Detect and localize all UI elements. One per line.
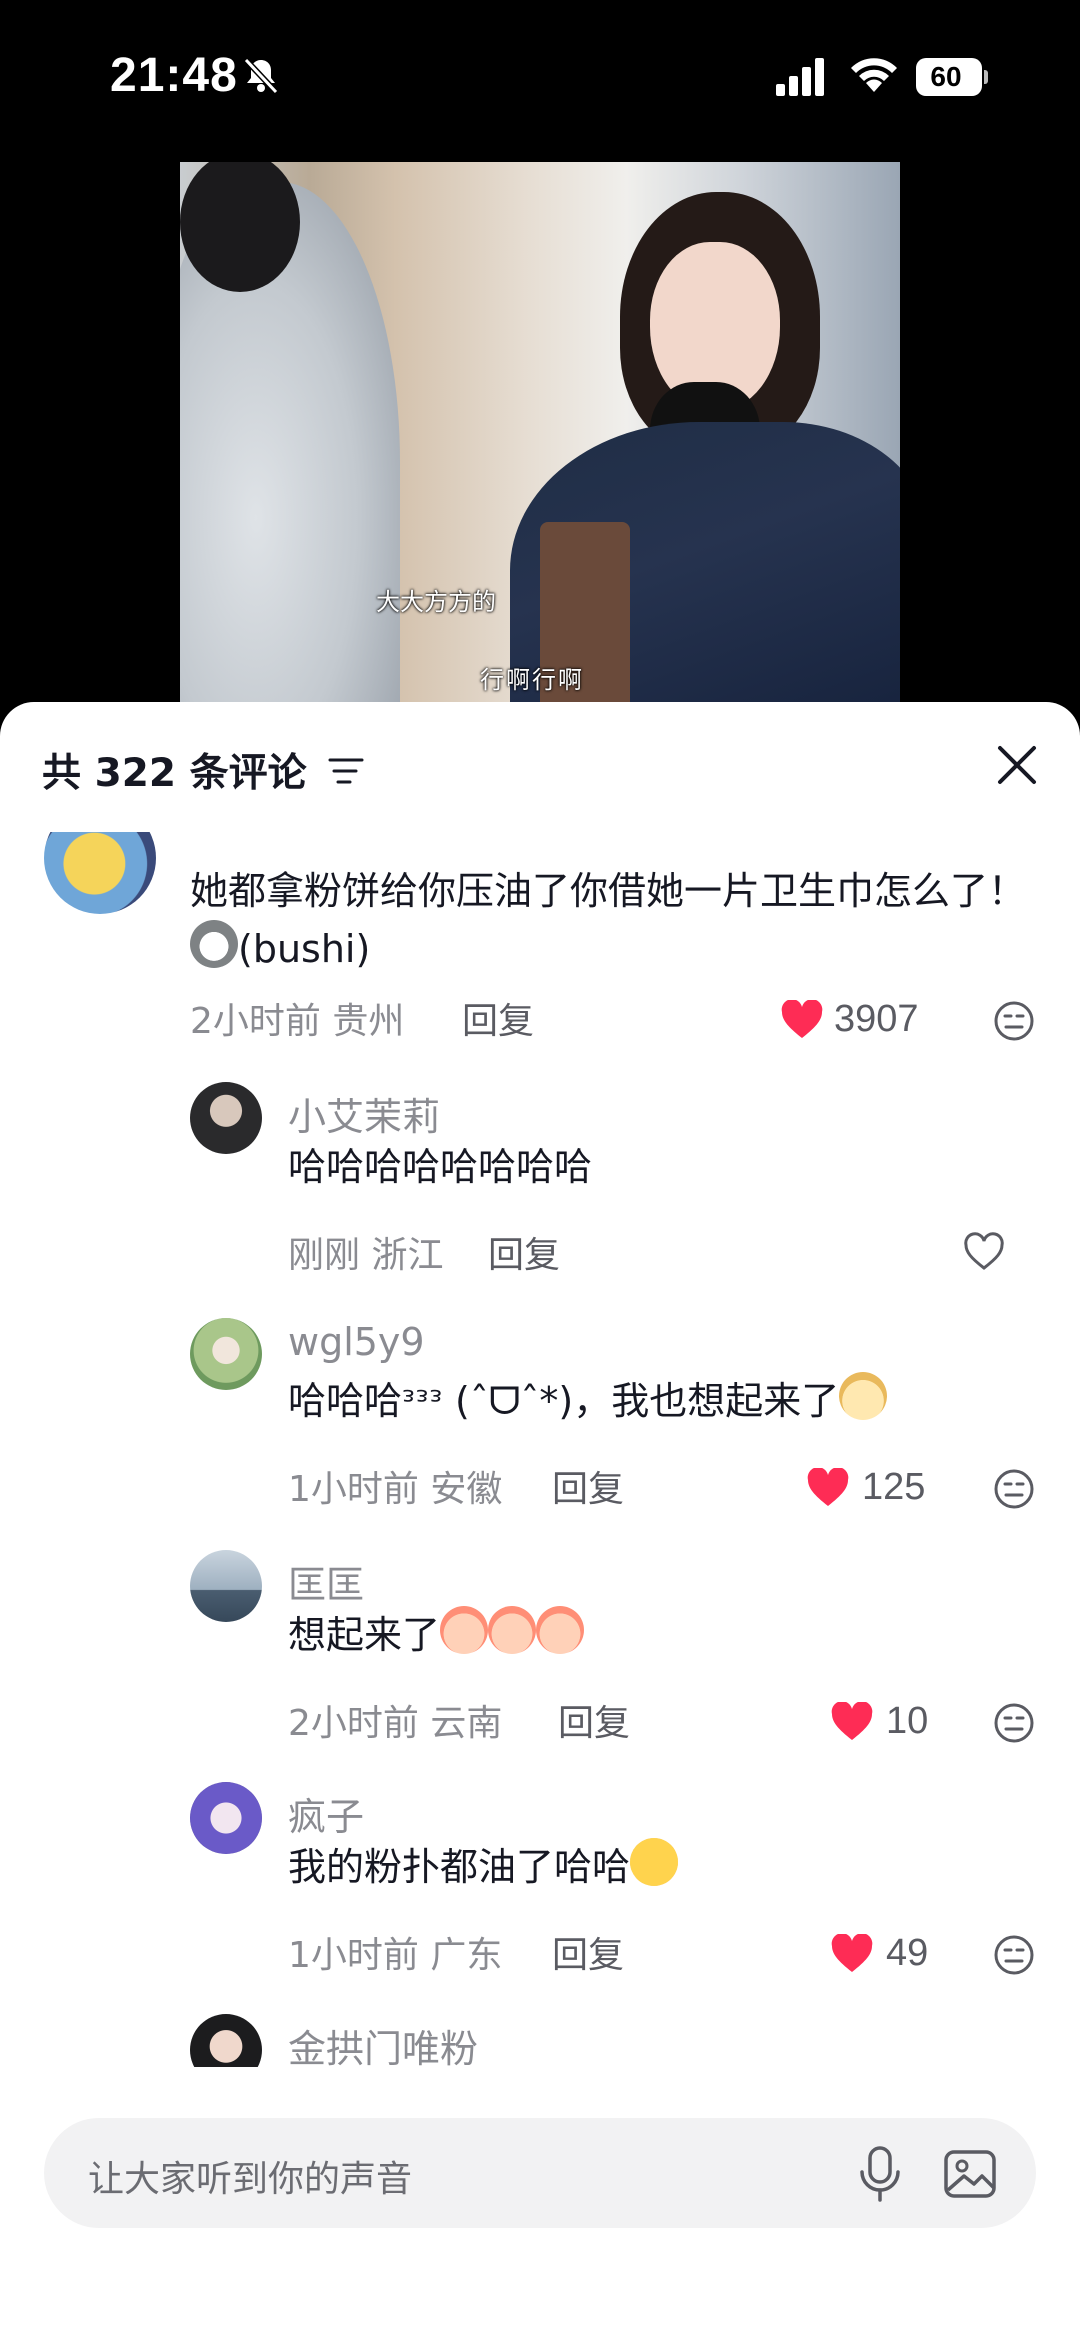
video-subtitle-2: 行啊行啊 — [480, 666, 584, 694]
cat-emoji-icon — [190, 920, 238, 968]
avatar[interactable] — [190, 1318, 262, 1390]
heart-filled-icon[interactable] — [830, 1934, 874, 1974]
comment-sheet: 共 322 条评论 她都拿粉饼给你压油了你借她一片卫生巾怎么了！(bushi) … — [0, 702, 1080, 2341]
comment-text: 她都拿粉饼给你压油了你借她一片卫生巾怎么了！(bushi) — [190, 869, 1027, 971]
battery-level: 60 — [930, 61, 962, 92]
comment-text: 哈哈哈ᵌᵌᵌ (ˆᗜˆ*)，我也想起来了 — [288, 1372, 888, 1430]
heart-filled-icon[interactable] — [780, 1000, 824, 1040]
laughing-emoji-icon — [630, 1838, 679, 1886]
comment-time-location: 1小时前 安徽 — [288, 1469, 503, 1510]
avatar[interactable] — [44, 832, 156, 914]
comment-time-location: 2小时前 贵州 — [190, 1001, 405, 1042]
avatar[interactable] — [190, 1082, 262, 1154]
comment-username[interactable]: 疯子 — [288, 1786, 364, 1841]
like-count: 125 — [862, 1466, 926, 1508]
like-count: 10 — [886, 1700, 929, 1742]
comment-text: 想起来了 — [288, 1606, 585, 1664]
comment-time-location: 2小时前 云南 — [288, 1703, 503, 1744]
reply-button[interactable]: 回复 — [488, 1226, 560, 1278]
heart-filled-icon[interactable] — [830, 1702, 874, 1742]
status-time: 21:48 — [110, 49, 238, 102]
bell-off-icon — [243, 57, 279, 95]
comment-username[interactable]: 小艾茉莉 — [288, 1086, 440, 1141]
comment-username[interactable]: wgl5y9 — [288, 1320, 425, 1364]
comment-time-location: 刚刚 浙江 — [288, 1235, 444, 1276]
avatar[interactable] — [190, 2014, 262, 2067]
dislike-icon[interactable] — [993, 1468, 1035, 1510]
crying-emoji-icon — [536, 1606, 585, 1654]
like-count: 49 — [886, 1932, 929, 1974]
microphone-icon[interactable] — [852, 2144, 908, 2204]
video-player[interactable]: 大大方方的 行啊行啊 — [180, 162, 900, 722]
reply-button[interactable]: 回复 — [552, 1926, 624, 1978]
comment-username[interactable]: 匡匡 — [288, 1554, 364, 1609]
wifi-icon — [851, 58, 897, 92]
dislike-icon[interactable] — [993, 1934, 1035, 1976]
close-icon[interactable] — [994, 742, 1040, 788]
cellular-signal-icon — [776, 58, 824, 96]
heart-outline-icon[interactable] — [962, 1232, 1006, 1272]
crying-emoji-icon — [440, 1606, 489, 1654]
comment-time-location: 1小时前 广东 — [288, 1935, 503, 1976]
sort-filter-icon[interactable] — [326, 754, 366, 788]
bun-emoji-icon — [839, 1372, 888, 1420]
comment-input[interactable]: 让大家听到你的声音 — [44, 2118, 1036, 2228]
like-count: 3907 — [834, 998, 919, 1040]
reply-button[interactable]: 回复 — [558, 1694, 630, 1746]
reply-button[interactable]: 回复 — [552, 1460, 624, 1512]
avatar[interactable] — [190, 1550, 262, 1622]
comment-username[interactable]: 金拱门唯粉 — [288, 2018, 478, 2067]
battery-icon: 60 — [916, 58, 988, 96]
comment-text: 哈哈哈哈哈哈哈哈 — [288, 1145, 593, 1189]
image-icon[interactable] — [942, 2146, 998, 2202]
avatar[interactable] — [190, 1782, 262, 1854]
crying-emoji-icon — [488, 1606, 537, 1654]
comment-sheet-header: 共 322 条评论 — [0, 702, 1080, 832]
heart-filled-icon[interactable] — [806, 1468, 850, 1508]
dislike-icon[interactable] — [993, 1702, 1035, 1744]
reply-button[interactable]: 回复 — [462, 992, 534, 1044]
dislike-icon[interactable] — [993, 1000, 1035, 1042]
status-bar: 21:48 60 — [0, 0, 1080, 160]
comment-list[interactable]: 她都拿粉饼给你压油了你借她一片卫生巾怎么了！(bushi) 2小时前 贵州 回复… — [0, 832, 1080, 2067]
video-subtitle-1: 大大方方的 — [376, 588, 496, 616]
comment-text: 我的粉扑都油了哈哈 — [288, 1838, 679, 1896]
comment-input-placeholder: 让大家听到你的声音 — [88, 2159, 413, 2200]
comment-count-title: 共 322 条评论 — [42, 751, 307, 796]
